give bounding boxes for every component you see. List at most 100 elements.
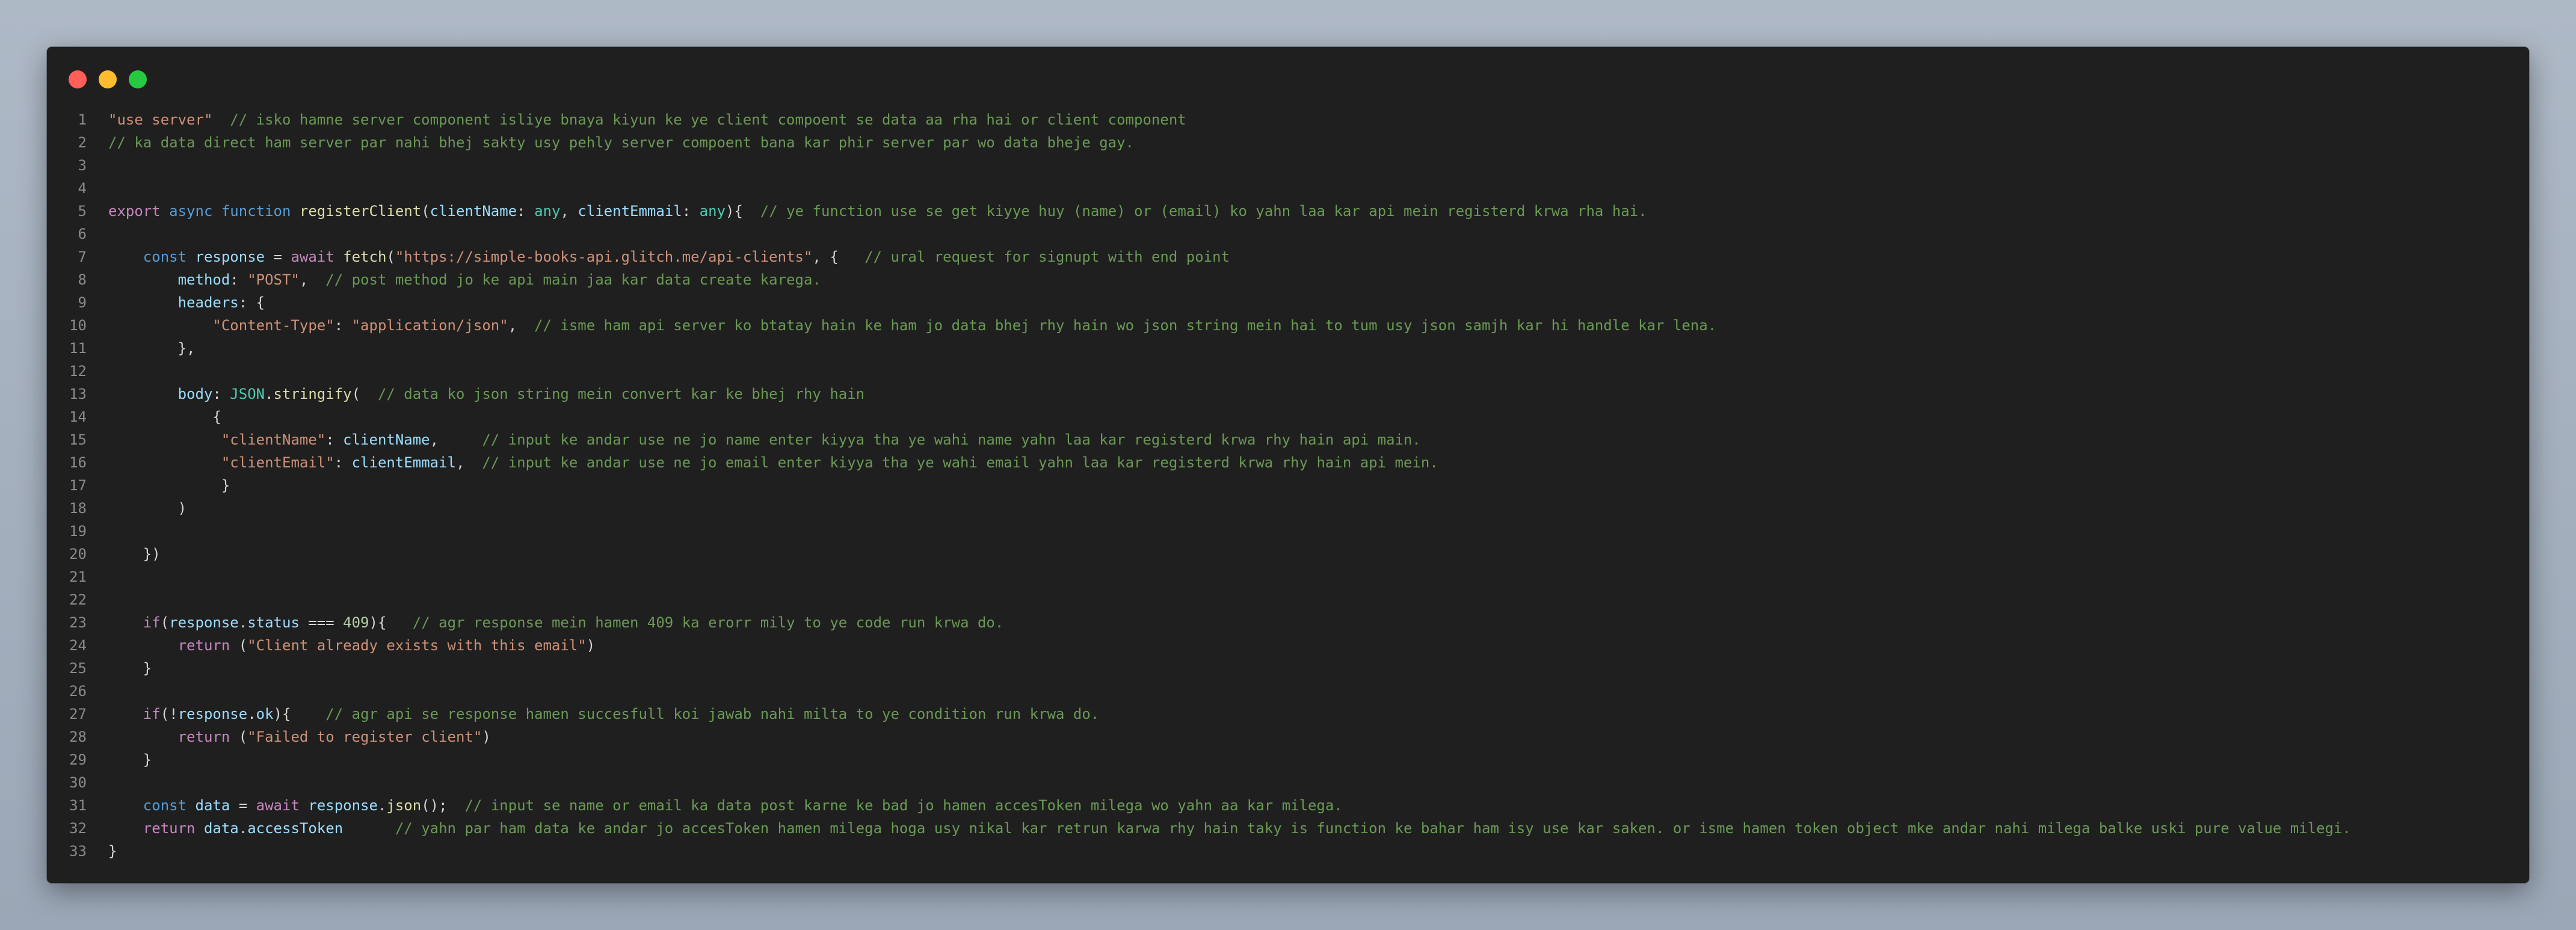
code-token: status <box>247 614 300 631</box>
code-token: } <box>143 751 152 768</box>
code-line: 18 ) <box>47 497 2529 520</box>
line-number: 16 <box>69 454 87 471</box>
line-number: 15 <box>69 431 87 448</box>
line-number: 7 <box>78 248 87 265</box>
code-comment: // agr response mein hamen 409 ka erorr … <box>412 614 1004 631</box>
code-token: clientName <box>430 203 517 220</box>
code-editor[interactable]: 1 "use server" // isko hamne server compo… <box>47 108 2529 863</box>
code-token: , <box>455 454 465 471</box>
code-comment: // isme ham api server ko btatay hain ke… <box>534 317 1717 334</box>
code-token: ok <box>256 706 274 722</box>
line-number: 26 <box>69 683 87 700</box>
code-token: data <box>195 797 230 814</box>
line-number: 14 <box>69 408 87 425</box>
line-number: 6 <box>78 226 87 242</box>
code-line: 6 <box>47 223 2529 245</box>
code-token: }, <box>177 340 196 357</box>
code-line: 32 return data.accessToken // yahn par h… <box>47 817 2529 840</box>
code-token: any <box>699 203 726 220</box>
code-token: ( <box>160 614 170 631</box>
code-token: ( <box>351 386 361 402</box>
close-button[interactable] <box>69 70 87 88</box>
line-source: if(!response.ok){ // agr api se response… <box>108 703 1099 725</box>
code-token: accessToken <box>247 820 344 837</box>
code-token: "clientName" <box>221 431 326 448</box>
code-line: 26 <box>47 680 2529 703</box>
code-token: function <box>221 203 291 220</box>
code-line: 21 <box>47 565 2529 588</box>
code-comment: // input ke andar use ne jo email enter … <box>482 454 1438 471</box>
code-token: } <box>143 660 152 677</box>
code-token: "POST" <box>247 271 300 288</box>
code-token: body <box>177 386 213 402</box>
line-number: 2 <box>78 134 87 151</box>
code-token: (! <box>160 706 178 722</box>
code-token: ){ <box>273 706 291 722</box>
code-line: 24 return ("Client already exists with t… <box>47 634 2529 657</box>
code-line: 16 "clientEmail": clientEmmail, // input… <box>47 451 2529 474</box>
minimize-button[interactable] <box>99 70 117 88</box>
code-line: 31 const data = await response.json(); /… <box>47 794 2529 817</box>
code-token: async <box>169 203 213 220</box>
code-token: clientEmmail <box>351 454 456 471</box>
line-source: const data = await response.json(); // i… <box>108 794 1343 817</box>
line-number: 29 <box>69 751 87 768</box>
code-token: : <box>682 203 700 220</box>
code-token: ){ <box>369 614 387 631</box>
code-token: , <box>299 271 309 288</box>
code-comment: // ka data direct ham server par nahi bh… <box>108 134 1135 151</box>
code-token: registerClient <box>299 203 422 220</box>
line-source: }) <box>108 543 161 565</box>
line-source: "use server" // isko hamne server compon… <box>108 108 1186 131</box>
code-token: headers <box>177 294 239 311</box>
maximize-button[interactable] <box>129 70 147 88</box>
code-line: 2 // ka data direct ham server par nahi b… <box>47 131 2529 154</box>
code-comment: // ye function use se get kiyye huy (nam… <box>760 203 1647 220</box>
line-number: 4 <box>78 180 87 197</box>
line-source: } <box>108 840 117 863</box>
code-token: await <box>291 248 334 265</box>
line-number: 33 <box>69 843 87 860</box>
code-token: "https://simple-books-api.glitch.me/api-… <box>395 248 813 265</box>
code-token: (); <box>421 797 448 814</box>
line-source: // ka data direct ham server par nahi bh… <box>108 131 1134 154</box>
code-token: : <box>334 317 352 334</box>
code-token: } <box>221 477 230 494</box>
line-number: 28 <box>69 728 87 745</box>
code-token: "use server" <box>108 111 213 128</box>
code-token: JSON <box>230 386 265 402</box>
code-token: clientEmmail <box>578 203 682 220</box>
line-number: 20 <box>69 546 87 562</box>
code-token: ( <box>421 203 430 220</box>
line-source: const response = await fetch("https://si… <box>108 245 1230 268</box>
code-line: 19 <box>47 520 2529 543</box>
code-token: . <box>265 386 274 402</box>
code-token: json <box>386 797 422 814</box>
line-source: return ("Client already exists with this… <box>108 634 596 657</box>
line-number: 9 <box>78 294 87 311</box>
code-line: 13 body: JSON.stringify( // data ko json… <box>47 383 2529 405</box>
code-token: , <box>560 203 578 220</box>
code-token: "Client already exists with this email" <box>247 637 587 654</box>
code-token: fetch <box>343 248 387 265</box>
line-source: if(response.status === 409){ // agr resp… <box>108 611 1004 634</box>
code-line: 30 <box>47 771 2529 794</box>
code-line: 17 } <box>47 474 2529 497</box>
code-token: ) <box>586 637 596 654</box>
